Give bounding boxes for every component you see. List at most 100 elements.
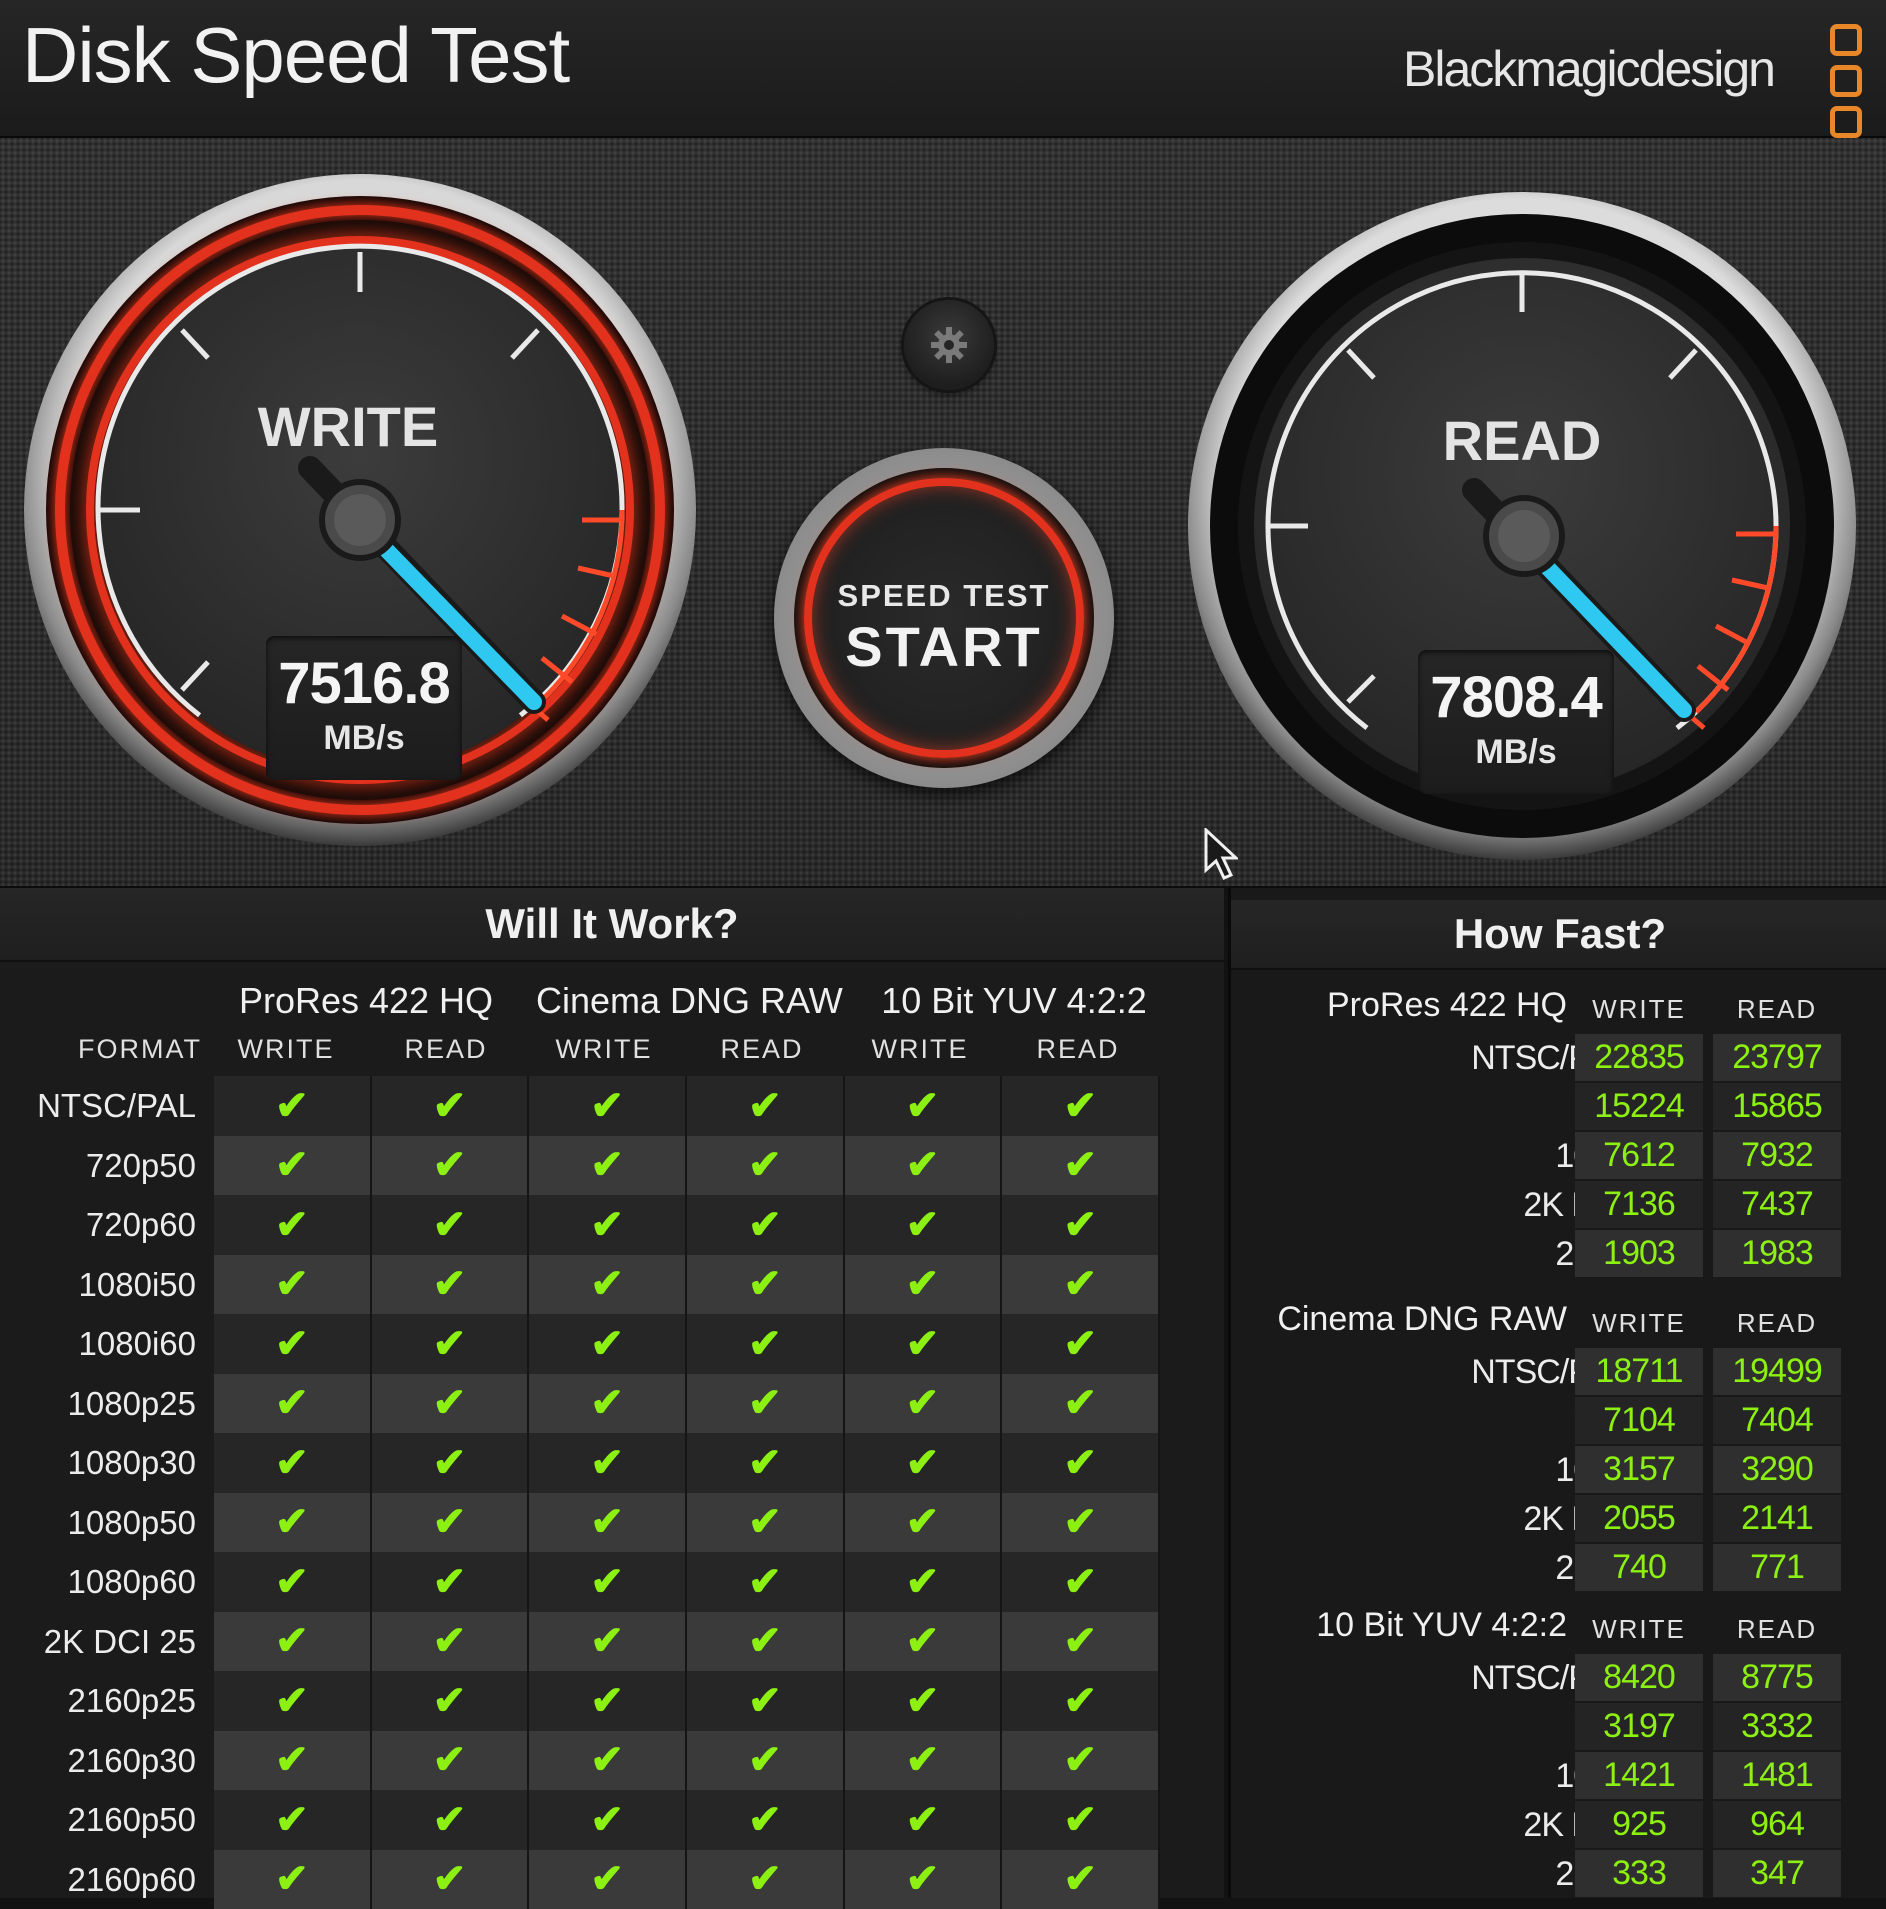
checkmark-icon: ✔ [687,1195,845,1255]
checkmark-icon: ✔ [529,1731,687,1791]
table-row: ✔✔✔✔✔✔ [214,1612,1160,1672]
read-fps-value: 3290 [1713,1446,1841,1493]
checkmark-icon: ✔ [687,1790,845,1850]
column-header-write: WRITE [544,1034,664,1065]
table-row: ✔✔✔✔✔✔ [214,1850,1160,1909]
write-gauge: WRITE 7516.8 MB/s [22,172,698,848]
checkmark-icon: ✔ [687,1374,845,1434]
column-header-write: WRITE [226,1034,346,1065]
read-fps-value: 15865 [1713,1083,1841,1130]
how-fast-title: How Fast? [1231,900,1886,970]
table-row: ✔✔✔✔✔✔ [214,1314,1160,1374]
checkmark-icon: ✔ [1002,1314,1160,1374]
format-row-label: 1080p50 [0,1493,200,1553]
write-gauge-label: WRITE [10,394,686,459]
format-row-label: 2160p30 [0,1731,200,1791]
checkmark-icon: ✔ [687,1314,845,1374]
checkmark-icon: ✔ [845,1493,1003,1553]
checkmark-icon: ✔ [372,1731,530,1791]
checkmark-icon: ✔ [845,1731,1003,1791]
checkmark-icon: ✔ [214,1076,372,1136]
checkmark-icon: ✔ [529,1195,687,1255]
write-speed-value: 7516.8 [266,650,462,717]
checkmark-icon: ✔ [529,1255,687,1315]
format-row-label: 2K DCI 25 [0,1612,200,1672]
column-header-write: WRITE [860,1034,980,1065]
checkmark-icon: ✔ [1002,1552,1160,1612]
codec-header-10bit-yuv: 10 Bit YUV 4:2:2 [864,980,1164,1022]
will-it-work-title: Will It Work? [0,888,1224,962]
checkmark-icon: ✔ [214,1195,372,1255]
how-fast-codec-title: 10 Bit YUV 4:2:2 [1316,1606,1567,1645]
table-row: ✔✔✔✔✔✔ [214,1671,1160,1731]
checkmark-icon: ✔ [372,1493,530,1553]
write-fps-value: 18711 [1575,1348,1703,1395]
checkmark-icon: ✔ [845,1433,1003,1493]
write-fps-value: 7104 [1575,1397,1703,1444]
table-row: ✔✔✔✔✔✔ [214,1195,1160,1255]
write-fps-value: 740 [1575,1544,1703,1591]
start-button-line1: SPEED TEST [812,578,1076,614]
checkmark-icon: ✔ [214,1790,372,1850]
read-speed-readout: 7808.4 MB/s [1418,650,1614,794]
speed-test-start-button[interactable]: SPEED TEST START [774,448,1114,788]
checkmark-icon: ✔ [372,1255,530,1315]
read-fps-value: 1481 [1713,1752,1841,1799]
format-row-label: 720p50 [0,1136,200,1196]
table-row: 72071047404 [1231,1397,1886,1446]
checkmark-icon: ✔ [687,1493,845,1553]
read-fps-value: 23797 [1713,1034,1841,1081]
start-button-ring: SPEED TEST START [804,478,1084,758]
checkmark-icon: ✔ [1002,1136,1160,1196]
table-row: 108076127932 [1231,1132,1886,1181]
how-fast-write-header: WRITE [1579,1614,1699,1645]
checkmark-icon: ✔ [1002,1255,1160,1315]
write-fps-value: 7612 [1575,1132,1703,1179]
checkmark-icon: ✔ [214,1552,372,1612]
settings-button[interactable] [904,300,994,390]
format-row-label: 2160p60 [0,1850,200,1909]
checkmark-icon: ✔ [529,1374,687,1434]
format-row-label: 1080i60 [0,1314,200,1374]
format-row-label: 2160p25 [0,1671,200,1731]
read-fps-value: 347 [1713,1850,1841,1897]
checkmark-icon: ✔ [372,1076,530,1136]
gear-icon [929,325,969,365]
codec-header-cinema-dng: Cinema DNG RAW [536,980,836,1022]
checkmark-icon: ✔ [845,1136,1003,1196]
write-fps-value: 1903 [1575,1230,1703,1277]
table-row: 108014211481 [1231,1752,1886,1801]
checkmark-icon: ✔ [372,1195,530,1255]
checkmark-icon: ✔ [529,1076,687,1136]
checkmark-icon: ✔ [214,1671,372,1731]
checkmark-icon: ✔ [372,1552,530,1612]
checkmark-icon: ✔ [845,1790,1003,1850]
column-header-read: READ [702,1034,822,1065]
format-row-label: 1080p60 [0,1552,200,1612]
table-row: ✔✔✔✔✔✔ [214,1790,1160,1850]
checkmark-icon: ✔ [1002,1076,1160,1136]
checkmark-icon: ✔ [845,1374,1003,1434]
checkmark-icon: ✔ [372,1850,530,1909]
checkmark-icon: ✔ [687,1612,845,1672]
table-row: NTSC/PAL1871119499 [1231,1348,1886,1397]
how-fast-write-header: WRITE [1579,1308,1699,1339]
format-row-label: 720p60 [0,1195,200,1255]
codec-header-prores: ProRes 422 HQ [236,980,496,1022]
write-speed-unit: MB/s [266,719,462,758]
checkmark-icon: ✔ [687,1136,845,1196]
format-row-label: 1080i50 [0,1255,200,1315]
checkmark-icon: ✔ [529,1552,687,1612]
read-gauge: READ 7808.4 MB/s [1186,190,1858,862]
checkmark-icon: ✔ [1002,1493,1160,1553]
checkmark-icon: ✔ [845,1076,1003,1136]
checkmark-icon: ✔ [1002,1195,1160,1255]
checkmark-icon: ✔ [214,1433,372,1493]
how-fast-panel: How Fast? ProRes 422 HQWRITEREADNTSC/PAL… [1228,888,1886,1898]
checkmark-icon: ✔ [687,1671,845,1731]
checkmark-icon: ✔ [687,1255,845,1315]
read-fps-value: 964 [1713,1801,1841,1848]
table-row: ✔✔✔✔✔✔ [214,1731,1160,1791]
checkmark-icon: ✔ [1002,1790,1160,1850]
checkmark-icon: ✔ [1002,1433,1160,1493]
